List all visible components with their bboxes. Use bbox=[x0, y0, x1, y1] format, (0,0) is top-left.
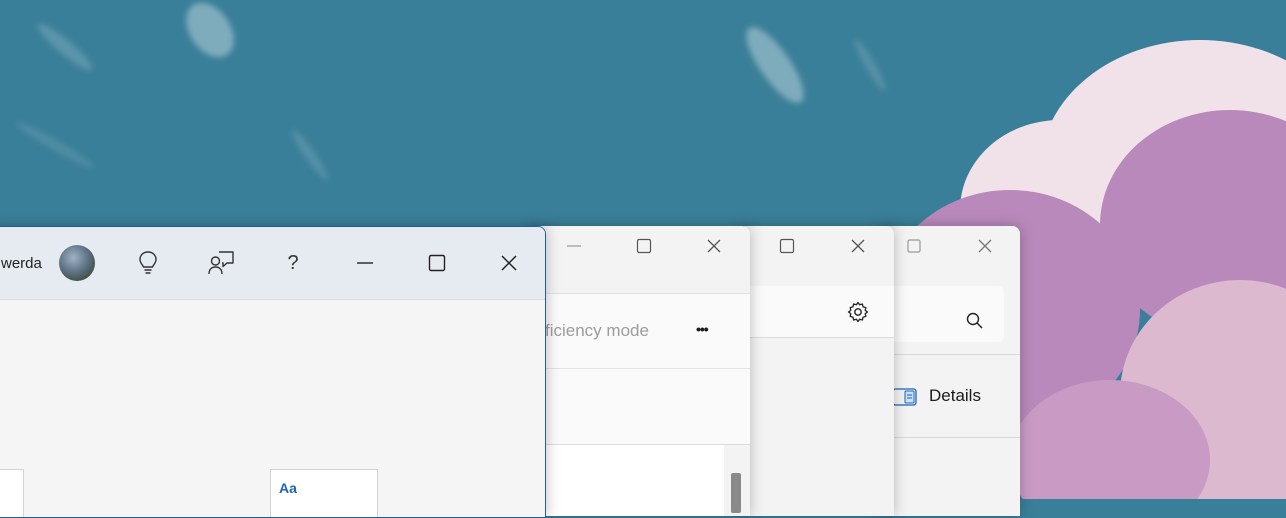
ideas-button[interactable] bbox=[126, 245, 170, 281]
help-button[interactable]: ? bbox=[271, 245, 315, 281]
more-options-button[interactable]: ••• bbox=[696, 321, 709, 337]
details-label: Details bbox=[929, 386, 981, 405]
style-gallery-item[interactable] bbox=[0, 469, 24, 517]
maximize-icon bbox=[907, 239, 921, 253]
minimize-icon bbox=[357, 262, 373, 264]
close-button[interactable] bbox=[963, 228, 1007, 264]
task-manager-table bbox=[530, 445, 724, 516]
word-window: werda ? Aa bbox=[0, 226, 546, 518]
maximize-button[interactable] bbox=[415, 245, 459, 281]
details-pane-icon bbox=[892, 388, 917, 406]
close-icon bbox=[501, 255, 517, 271]
explorer-divider bbox=[880, 437, 1020, 438]
feedback-button[interactable] bbox=[199, 245, 243, 281]
comment-person-icon bbox=[208, 251, 234, 275]
gear-icon bbox=[847, 301, 869, 323]
close-button[interactable] bbox=[836, 228, 880, 264]
user-name: werda bbox=[1, 255, 42, 272]
explorer-window: Details bbox=[880, 226, 1020, 516]
close-icon bbox=[978, 239, 992, 253]
maximize-button[interactable] bbox=[892, 228, 936, 264]
maximize-icon bbox=[428, 254, 446, 272]
minimize-icon bbox=[567, 245, 581, 247]
details-button[interactable]: Details bbox=[892, 384, 1012, 410]
search-icon bbox=[966, 312, 983, 329]
style-gallery-item[interactable]: Aa bbox=[270, 469, 378, 517]
minimize-button[interactable] bbox=[343, 245, 387, 281]
settings-divider bbox=[738, 337, 894, 338]
lightbulb-icon bbox=[139, 251, 157, 274]
close-button[interactable] bbox=[692, 228, 736, 264]
task-manager-window: ficiency mode ••• bbox=[530, 226, 750, 516]
close-icon bbox=[707, 239, 721, 253]
maximize-icon bbox=[636, 238, 652, 254]
settings-gear-button[interactable] bbox=[842, 298, 874, 330]
help-icon: ? bbox=[287, 251, 299, 274]
avatar[interactable] bbox=[59, 245, 95, 281]
style-preview-label: Aa bbox=[279, 480, 297, 496]
task-manager-list bbox=[530, 369, 750, 445]
maximize-icon bbox=[779, 238, 795, 254]
minimize-button[interactable] bbox=[552, 228, 596, 264]
efficiency-mode-button[interactable]: ficiency mode bbox=[545, 321, 649, 341]
scrollbar-thumb[interactable] bbox=[731, 473, 741, 513]
maximize-button[interactable] bbox=[765, 228, 809, 264]
explorer-toolbar-divider bbox=[880, 354, 1020, 355]
explorer-search-box[interactable] bbox=[880, 286, 1004, 342]
close-button[interactable] bbox=[487, 245, 531, 281]
maximize-button[interactable] bbox=[622, 228, 666, 264]
close-icon bbox=[851, 239, 865, 253]
settings-window bbox=[738, 226, 894, 516]
